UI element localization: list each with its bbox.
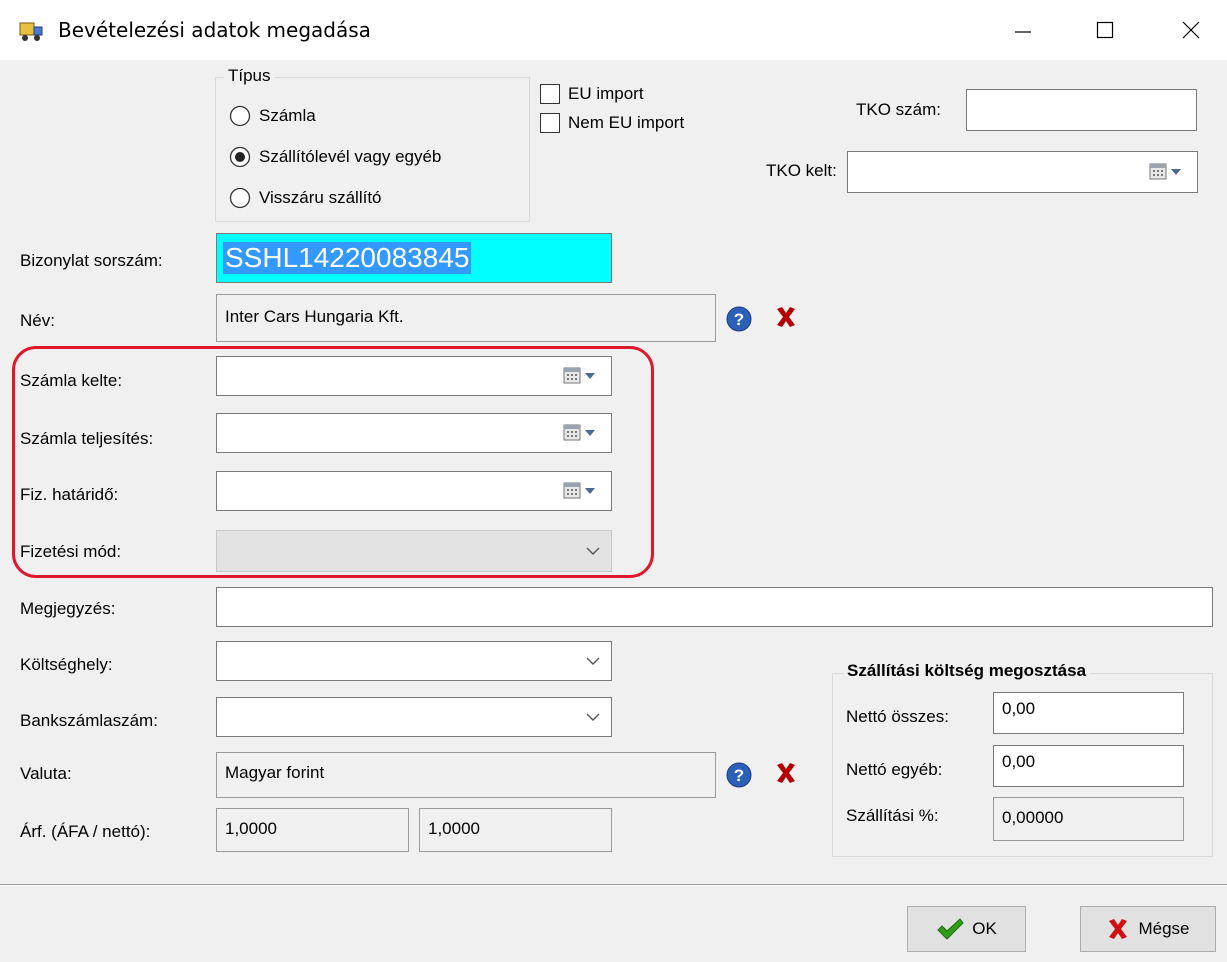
cancel-x-icon [1109,919,1128,939]
minimize-icon [1015,31,1031,33]
netto-egyeb-label: Nettó egyéb: [846,760,943,779]
chevron-down-icon [586,657,600,665]
fizetesi-mod-label: Fizetési mód: [20,542,122,561]
radio-szallitolevel[interactable] [229,146,251,168]
eu-import-label[interactable]: EU import [568,84,644,104]
tipus-legend: Típus [224,66,275,86]
szamla-teljesites-label: Számla teljesítés: [20,429,154,448]
cancel-button[interactable]: Mégse [1080,906,1216,952]
arfolyam-afa-value: 1,0000 [225,819,277,838]
megjegyzes-label: Megjegyzés: [20,599,116,618]
szallitasi-szazalek-value: 0,00000 [1002,808,1064,827]
svg-text:?: ? [734,766,744,785]
arfolyam-afa-input: 1,0000 [216,808,409,852]
netto-osszes-input[interactable]: 0,00 [993,692,1184,734]
radio-szamla[interactable] [229,105,251,127]
tko-kelt-label: TKO kelt: [766,161,837,180]
tko-szam-input[interactable] [966,89,1197,131]
arfolyam-label: Árf. (ÁFA / nettó): [20,822,151,841]
chevron-down-icon [586,547,600,555]
non-eu-import-checkbox[interactable] [540,113,560,133]
szallitasi-szazalek-input: 0,00000 [993,797,1184,841]
nev-label: Név: [20,311,55,330]
radio-szamla-label[interactable]: Számla [259,106,316,126]
tko-kelt-date-picker[interactable] [847,151,1198,193]
arfolyam-netto-value: 1,0000 [428,819,480,838]
valuta-label: Valuta: [20,764,72,783]
fiz-hatarido-label: Fiz. határidő: [20,485,119,504]
help-icon[interactable]: ? [726,306,752,332]
chevron-down-icon [586,713,600,721]
maximize-button[interactable] [1077,0,1133,60]
calendar-icon[interactable] [563,424,597,442]
eu-import-checkbox[interactable] [540,84,560,104]
bankszamla-select[interactable] [216,697,612,737]
netto-egyeb-input[interactable]: 0,00 [993,745,1184,787]
maximize-icon [1096,21,1114,39]
close-icon [1182,21,1200,39]
help-icon[interactable]: ? [726,762,752,788]
szallitasi-szazalek-label: Szállítási %: [846,806,939,825]
tko-szam-label: TKO szám: [856,100,942,119]
radio-visszaru[interactable] [229,187,251,209]
koltseghely-label: Költséghely: [20,655,113,674]
delete-x-icon[interactable] [774,305,798,329]
radio-szallitolevel-label[interactable]: Szállítólevél vagy egyéb [259,147,441,167]
megjegyzes-input[interactable] [216,587,1213,627]
checkmark-icon [937,918,964,940]
netto-osszes-label: Nettó összes: [846,707,949,726]
netto-osszes-value: 0,00 [1002,699,1036,718]
cancel-button-label: Mégse [1138,919,1190,938]
window-title: Bevételezési adatok megadása [58,18,371,42]
bankszamla-label: Bankszámlaszám: [20,711,158,730]
szamla-kelte-label: Számla kelte: [20,371,123,390]
szamla-teljesites-date-picker[interactable] [216,413,612,453]
bizonylat-label: Bizonylat sorszám: [20,251,163,270]
nev-input: Inter Cars Hungaria Kft. [216,294,716,342]
svg-text:?: ? [734,310,744,329]
ok-button[interactable]: OK [907,906,1026,952]
delete-x-icon[interactable] [774,761,798,785]
app-truck-icon [19,22,43,41]
bizonylat-input[interactable]: SSHL14220083845 [216,233,612,283]
arfolyam-netto-input: 1,0000 [419,808,612,852]
non-eu-import-label[interactable]: Nem EU import [568,113,684,133]
calendar-icon[interactable] [563,367,597,385]
radio-visszaru-label[interactable]: Visszáru szállító [259,188,382,208]
valuta-value: Magyar forint [225,763,325,782]
calendar-icon[interactable] [1149,163,1183,181]
fiz-hatarido-date-picker[interactable] [216,471,612,511]
szallitasi-legend: Szállítási költség megosztása [843,661,1091,681]
bizonylat-value: SSHL14220083845 [223,242,472,274]
nev-value: Inter Cars Hungaria Kft. [225,307,404,326]
calendar-icon[interactable] [563,482,597,500]
netto-egyeb-value: 0,00 [1002,752,1036,771]
footer-separator-highlight [0,885,1227,886]
valuta-input: Magyar forint [216,752,716,798]
szamla-kelte-date-picker[interactable] [216,356,612,396]
ok-button-label: OK [972,919,997,938]
fizetesi-mod-select[interactable] [216,530,612,572]
close-button[interactable] [1163,0,1219,60]
minimize-button[interactable] [995,0,1051,60]
koltseghely-select[interactable] [216,641,612,681]
